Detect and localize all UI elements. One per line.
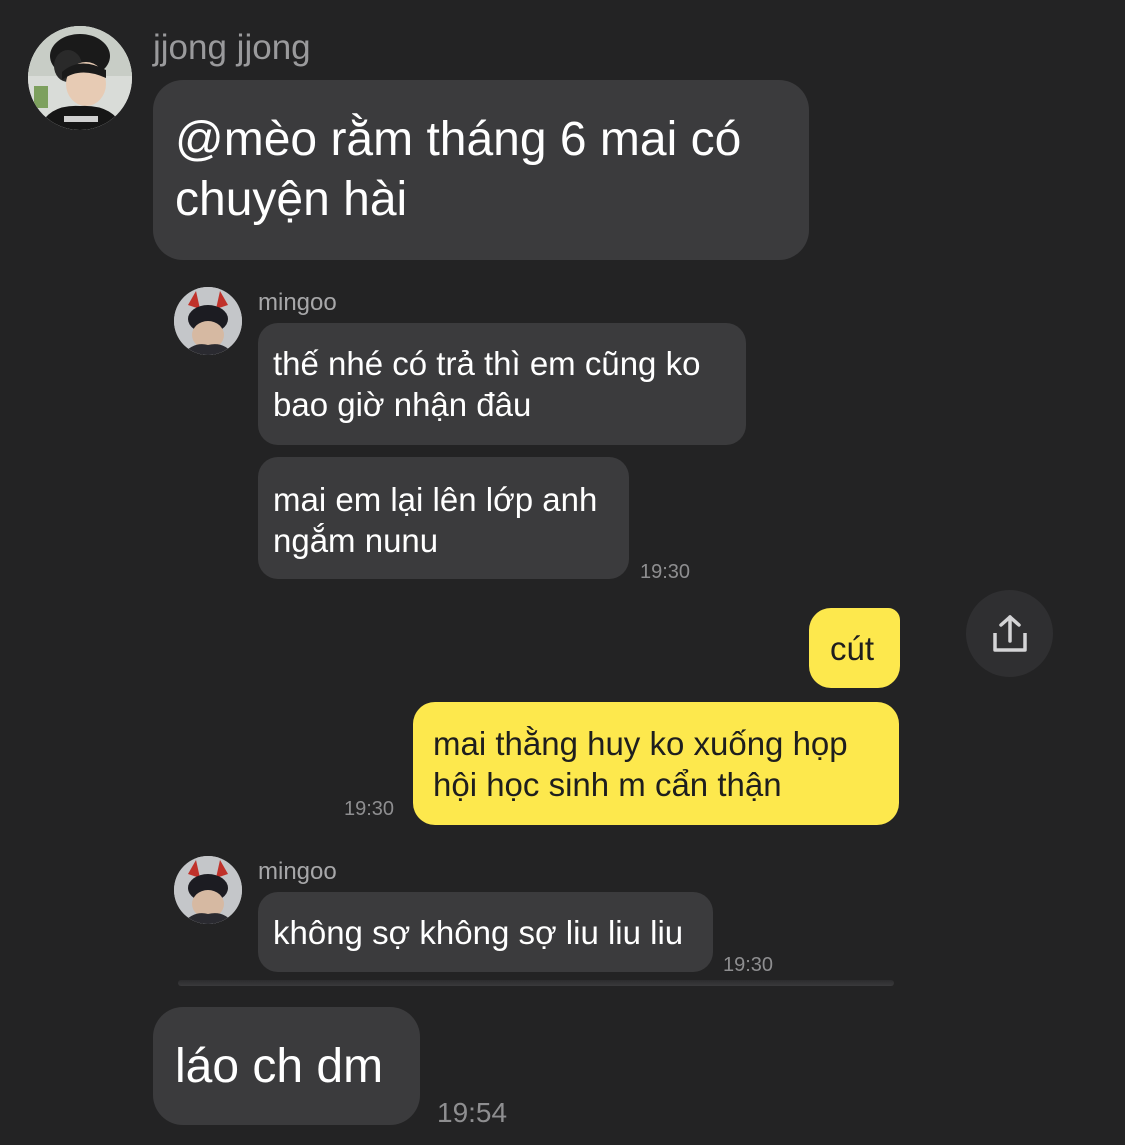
share-button[interactable] <box>966 590 1053 677</box>
message-bubble[interactable]: @mèo rằm tháng 6 mai có chuyện hài <box>153 80 809 260</box>
message-text: @mèo rằm tháng 6 mai có chuyện hài <box>175 113 742 226</box>
avatar-mingoo[interactable] <box>174 287 242 355</box>
timestamp: 19:54 <box>437 1097 508 1128</box>
timestamp: 19:30 <box>723 954 774 976</box>
chat-screen: jjong jjong @mèo rằm tháng 6 mai có chuy… <box>0 0 1125 1145</box>
avatar-mingoo[interactable] <box>174 856 242 924</box>
timestamp: 19:30 <box>640 561 691 583</box>
quote-divider <box>178 980 894 986</box>
avatar-jjong[interactable] <box>28 26 132 130</box>
message-bubble[interactable]: láo ch dm <box>153 1007 420 1125</box>
sender-name: mingoo <box>258 289 337 316</box>
timestamp: 19:30 <box>344 798 395 820</box>
share-icon <box>992 614 1027 652</box>
outgoing-message-bubble[interactable]: mai thằng huy ko xuống họp hội học sinh … <box>413 702 899 825</box>
message-text: láo ch dm <box>175 1040 384 1093</box>
message-bubble[interactable]: không sợ không sợ liu liu liu <box>258 892 713 972</box>
message-text: mai thằng huy ko xuống họp hội học sinh … <box>433 725 848 803</box>
message-bubble[interactable]: thế nhé có trả thì em cũng ko bao giờ nh… <box>258 323 746 445</box>
message-text: cút <box>830 630 875 667</box>
message-text: thế nhé có trả thì em cũng ko bao giờ nh… <box>273 345 701 423</box>
sender-name: jjong jjong <box>153 28 311 67</box>
message-text: mai em lại lên lớp anh ngắm nunu <box>273 481 598 559</box>
outgoing-message-bubble[interactable]: cút <box>809 608 900 688</box>
sender-name: mingoo <box>258 858 337 885</box>
message-bubble[interactable]: mai em lại lên lớp anh ngắm nunu <box>258 457 629 579</box>
message-text: không sợ không sợ liu liu liu <box>273 914 684 951</box>
